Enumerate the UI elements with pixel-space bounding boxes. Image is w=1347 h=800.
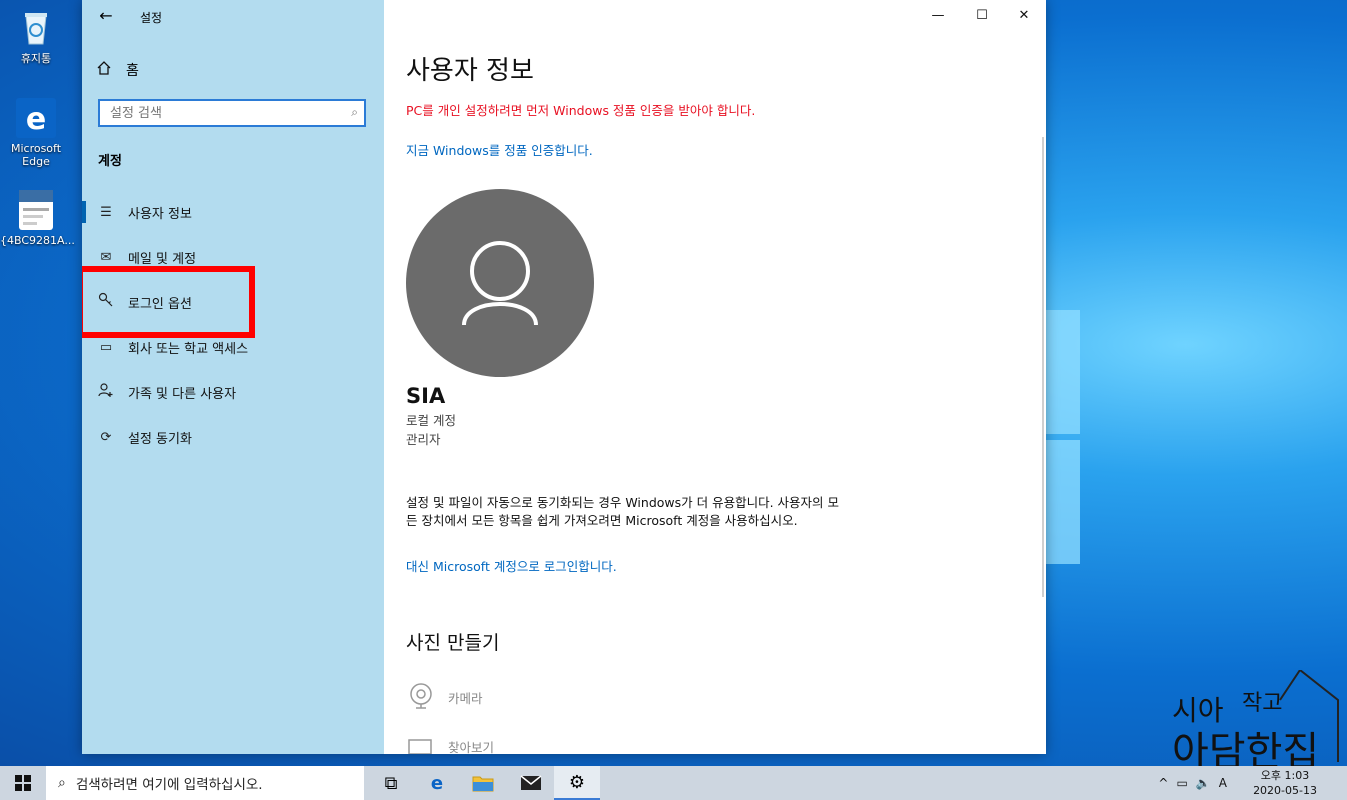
window-title: 설정 — [140, 11, 163, 25]
chevron-up-icon[interactable]: ^ — [1158, 776, 1168, 790]
taskbar: ⌕ 검색하려면 여기에 입력하십시오. ⧉ e ⚙ ^ ▭ 🔈 A 오후 1:0… — [0, 766, 1347, 800]
search-input[interactable] — [100, 101, 340, 125]
maximize-button[interactable]: ☐ — [960, 0, 1004, 32]
task-view-icon[interactable]: ⧉ — [368, 766, 414, 800]
sidebar-item-label: 설정 동기화 — [128, 431, 192, 447]
desktop-icon-label: Microsoft Edge — [10, 142, 62, 168]
browse-option[interactable]: 찾아보기 — [408, 736, 494, 754]
page-title: 사용자 정보 — [406, 56, 534, 86]
account-role: 관리자 — [406, 432, 441, 447]
svg-text:작고: 작고 — [1242, 691, 1282, 716]
ime-indicator[interactable]: A — [1219, 776, 1227, 790]
svg-text:시아: 시아 — [1172, 694, 1224, 727]
camera-option-label: 카메라 — [448, 690, 483, 706]
desktop-icon-file[interactable]: {4BC9281A... — [0, 190, 75, 247]
home-icon — [96, 60, 112, 80]
user-name: SIA — [406, 384, 446, 408]
volume-icon[interactable]: 🔈 — [1196, 776, 1211, 790]
person-icon — [462, 241, 538, 326]
svg-text:아담한집: 아담한집 — [1172, 729, 1319, 766]
windows-start-icon — [15, 775, 31, 791]
watermark-logo: 시아 작고 아담한집 — [1172, 670, 1339, 766]
annotation-highlight-box — [82, 266, 255, 338]
sidebar-item-user-info[interactable]: ☰ 사용자 정보 — [82, 190, 384, 234]
taskbar-search-placeholder: 검색하려면 여기에 입력하십시오. — [75, 777, 263, 793]
browse-option-label: 찾아보기 — [448, 739, 495, 755]
file-thumbnail-icon — [19, 190, 53, 230]
activate-windows-link[interactable]: 지금 Windows를 정품 인증합니다. — [406, 140, 593, 159]
home-label: 홈 — [126, 63, 139, 79]
svg-text:e: e — [26, 102, 46, 137]
sidebar-item-label: 사용자 정보 — [128, 206, 192, 222]
desktop-icon-edge[interactable]: e Microsoft Edge — [0, 98, 72, 168]
settings-gear-icon[interactable]: ⚙ — [554, 766, 600, 800]
title-bar: ← 설정 — ☐ ✕ — [82, 0, 1046, 32]
desktop-icon-label: {4BC9281A... — [0, 234, 75, 247]
sidebar-item-label: 회사 또는 학교 액세스 — [128, 341, 249, 357]
arrow-left-icon: ← — [99, 6, 113, 25]
section-title: 계정 — [98, 154, 122, 169]
camera-option[interactable]: 카메라 — [408, 682, 483, 712]
sidebar-item-sync-settings[interactable]: ⟳ 설정 동기화 — [82, 415, 384, 459]
person-add-icon — [96, 382, 116, 402]
desktop-icon-recycle-bin[interactable]: 휴지통 — [0, 8, 72, 65]
sidebar-item-label: 가족 및 다른 사용자 — [128, 386, 237, 402]
edge-icon: e — [16, 98, 56, 138]
file-explorer-icon[interactable] — [460, 766, 506, 800]
briefcase-icon: ▭ — [99, 339, 113, 355]
search-icon: ⌕ — [58, 775, 66, 791]
camera-icon — [410, 683, 432, 709]
settings-window: ← 설정 — ☐ ✕ 홈 ⌕ 계정 ☰ 사용자 정보 ✉ 메일 및 계정 로그인… — [82, 0, 1046, 754]
start-button[interactable] — [0, 766, 46, 800]
edge-icon[interactable]: e — [414, 766, 460, 800]
back-button[interactable]: ← — [94, 6, 118, 26]
close-button[interactable]: ✕ — [1002, 0, 1046, 32]
person-list-icon: ☰ — [100, 204, 112, 220]
clock-date: 2020-05-13 — [1253, 784, 1317, 797]
mail-icon: ✉ — [100, 249, 112, 265]
scrollbar[interactable] — [1042, 137, 1044, 597]
user-avatar — [406, 189, 594, 377]
photo-section-title: 사진 만들기 — [406, 632, 500, 654]
network-icon[interactable]: ▭ — [1176, 776, 1187, 790]
main-content: 사용자 정보 PC를 개인 설정하려면 먼저 Windows 정품 인증을 받아… — [384, 32, 1046, 754]
folder-browse-icon — [408, 739, 432, 754]
search-icon[interactable]: ⌕ — [351, 105, 358, 120]
taskbar-search[interactable]: ⌕ 검색하려면 여기에 입력하십시오. — [46, 766, 364, 800]
ms-account-signin-link[interactable]: 대신 Microsoft 계정으로 로그인합니다. — [406, 556, 617, 575]
home-nav[interactable]: 홈 — [96, 60, 139, 80]
system-tray: ^ ▭ 🔈 A — [1158, 766, 1227, 800]
sync-description: 설정 및 파일이 자동으로 동기화되는 경우 Windows가 더 유용합니다.… — [406, 495, 840, 528]
desktop-icon-label: 휴지통 — [20, 52, 52, 65]
activation-warning: PC를 개인 설정하려면 먼저 Windows 정품 인증을 받아야 합니다. — [406, 103, 756, 118]
account-type: 로컬 계정 — [406, 413, 456, 428]
sidebar-item-label: 메일 및 계정 — [128, 251, 197, 267]
sync-icon: ⟳ — [100, 429, 112, 445]
settings-search: ⌕ — [98, 99, 366, 127]
minimize-button[interactable]: — — [916, 0, 960, 32]
clock[interactable]: 오후 1:03 2020-05-13 — [1253, 768, 1317, 798]
recycle-bin-icon — [16, 8, 56, 48]
mail-icon[interactable] — [508, 766, 554, 800]
clock-time: 오후 1:03 — [1260, 769, 1310, 782]
sidebar-item-family-users[interactable]: 가족 및 다른 사용자 — [82, 370, 384, 414]
